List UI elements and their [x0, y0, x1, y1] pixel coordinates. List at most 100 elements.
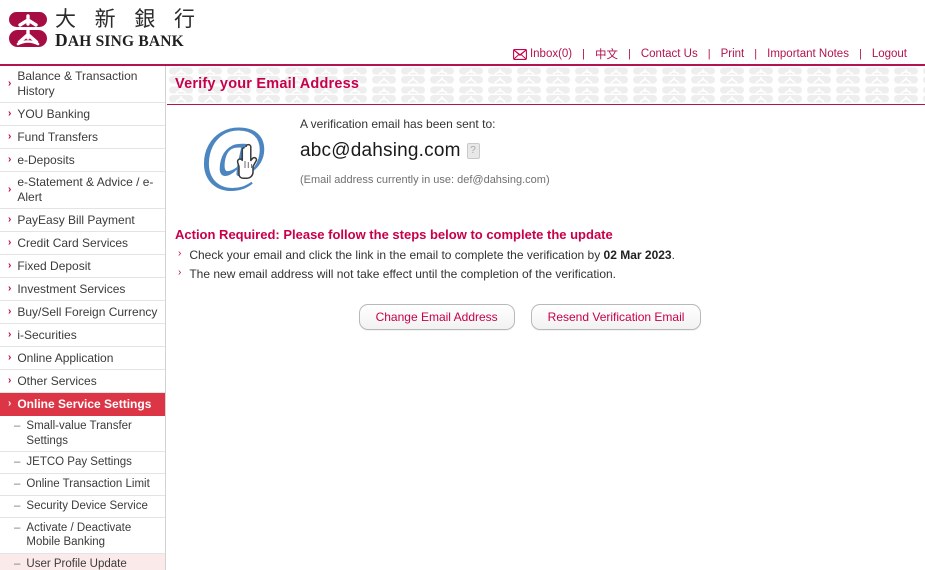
resend-verification-email-button[interactable]: Resend Verification Email [530, 304, 702, 331]
current-email-note: (Email address currently in use: def@dah… [300, 174, 550, 186]
chevron-right-icon: › [8, 282, 12, 294]
topnav-item-contact-us[interactable]: Contact Us [631, 48, 708, 60]
sidebar-subitem-label: Small-value Transfer Settings [26, 420, 132, 447]
sidebar-item-label: Buy/Sell Foreign Currency [17, 304, 158, 319]
chevron-right-icon: › [8, 305, 12, 317]
chevron-right-icon: › [8, 77, 12, 89]
sidebar-item-label: Investment Services [17, 281, 126, 296]
main-content: Verify your Email Address @ A verificati… [167, 66, 925, 570]
action-step: › Check your email and click the link in… [175, 247, 925, 263]
sidebar-item-buy-sell-foreign-currency[interactable]: › Buy/Sell Foreign Currency [0, 301, 165, 324]
chevron-right-icon: › [8, 397, 12, 409]
sidebar-item-label: Fund Transfers [17, 129, 99, 144]
deadline-date: 02 Mar 2023 [603, 248, 672, 262]
sidebar-subitem-label: User Profile Update [26, 558, 127, 570]
sidebar-subitem-activate-deactivate-mobile-banking[interactable]: – Activate / Deactivate Mobile Banking [0, 517, 165, 555]
bank-logo[interactable]: 大 新 銀 行 DAH SING BANK [8, 8, 201, 50]
dash-icon: – [14, 521, 21, 534]
sidebar-item-label: e-Statement & Advice / e-Alert [17, 175, 154, 204]
sidebar-item-payeasy-bill-payment[interactable]: › PayEasy Bill Payment [0, 209, 165, 232]
page-title-band: Verify your Email Address [167, 66, 925, 104]
sidebar-subitem-security-device-service[interactable]: – Security Device Service [0, 495, 165, 518]
sidebar-item-online-service-settings[interactable]: › Online Service Settings [0, 393, 165, 416]
sidebar-subitem-jetco-pay-settings[interactable]: – JETCO Pay Settings [0, 452, 165, 475]
sidebar-subitem-label: Online Transaction Limit [26, 478, 150, 491]
dash-icon: – [14, 420, 21, 432]
at-symbol-icon: @ [200, 112, 286, 195]
sidebar-item-online-application[interactable]: › Online Application [0, 347, 165, 370]
topnav-item-inbox[interactable]: Inbox(0) [503, 48, 582, 60]
chevron-right-icon: › [8, 153, 12, 165]
chevron-right-icon: › [178, 267, 182, 279]
chevron-right-icon: › [8, 236, 12, 248]
chevron-right-icon: › [8, 130, 12, 142]
action-button-row: Change Email Address Resend Verification… [175, 304, 925, 331]
envelope-icon [513, 48, 527, 60]
action-step-text: The new email address will not take effe… [189, 267, 617, 282]
topnav-item-chinese[interactable]: 中文 [585, 46, 628, 62]
chevron-right-icon: › [8, 351, 12, 363]
dah-sing-logo-mark-icon [8, 11, 48, 48]
svg-text:@: @ [200, 115, 268, 194]
logo-english-name: DAH SING BANK [55, 30, 184, 51]
chevron-right-icon: › [178, 248, 182, 259]
action-required-title: Action Required: Please follow the steps… [175, 227, 613, 242]
chevron-right-icon: › [8, 374, 12, 386]
logo-wordmark: 大 新 銀 行 DAH SING BANK [55, 8, 201, 50]
sidebar-item-you-banking[interactable]: › YOU Banking [0, 103, 165, 126]
sidebar-item-credit-card-services[interactable]: › Credit Card Services [0, 232, 165, 255]
sidebar-item-label: PayEasy Bill Payment [17, 212, 135, 227]
sidebar-item-label: Credit Card Services [17, 235, 129, 250]
sidebar-subitem-small-value-transfer-settings[interactable]: – Small-value Transfer Settings [0, 416, 165, 453]
action-required-block: Action Required: Please follow the steps… [167, 225, 925, 331]
topnav-label-inbox: Inbox(0) [529, 48, 573, 60]
sidebar-item-i-securities[interactable]: › i-Securities [0, 324, 165, 347]
sidebar-item-label: Online Service Settings [17, 396, 152, 411]
dash-icon: – [14, 558, 21, 570]
chevron-right-icon: › [8, 213, 12, 225]
page-header: 大 新 銀 行 DAH SING BANK Inbox(0) | 中文 | Co… [0, 0, 925, 66]
chevron-right-icon: › [8, 328, 12, 340]
action-step: › The new email address will not take ef… [175, 266, 925, 282]
chevron-right-icon: › [8, 259, 12, 271]
sidebar-subitem-label: JETCO Pay Settings [26, 456, 132, 469]
sidebar-subitem-online-transaction-limit[interactable]: – Online Transaction Limit [0, 474, 165, 496]
sidebar-item-label: Other Services [17, 373, 97, 388]
email-verification-block: @ A verification email has been sent to:… [167, 105, 925, 225]
email-text-group: A verification email has been sent to: a… [300, 117, 550, 186]
sidebar-item-label: i-Securities [17, 327, 77, 342]
dash-icon: – [14, 499, 21, 512]
sidebar-item-label: e-Deposits [17, 152, 75, 167]
sidebar-item-label: Balance & Transaction History [17, 69, 138, 98]
topnav-item-logout[interactable]: Logout [862, 48, 917, 60]
sidebar-subitem-user-profile-update[interactable]: – User Profile Update [0, 554, 165, 570]
sidebar-navigation: › Balance & Transaction History › YOU Banki… [0, 66, 166, 570]
change-email-address-button[interactable]: Change Email Address [358, 304, 515, 331]
sidebar-item-e-deposits[interactable]: › e-Deposits [0, 149, 165, 172]
topnav-item-print[interactable]: Print [711, 48, 755, 60]
top-navigation: Inbox(0) | 中文 | Contact Us | Print | Imp… [503, 46, 917, 62]
sidebar-item-balance-transaction-history[interactable]: › Balance & Transaction History [0, 66, 165, 103]
sidebar-item-label: Fixed Deposit [17, 258, 91, 273]
logo-chinese-name: 大 新 銀 行 [55, 7, 202, 31]
verification-sent-label: A verification email has been sent to: [300, 117, 496, 131]
sidebar-item-fixed-deposit[interactable]: › Fixed Deposit [0, 255, 165, 278]
broken-image-placeholder-icon: ? [466, 143, 480, 159]
sidebar-item-label: YOU Banking [17, 106, 91, 121]
sidebar-item-e-statement-advice-e-alert[interactable]: › e-Statement & Advice / e-Alert [0, 172, 165, 209]
email-address-value: abc@dahsing.com [300, 140, 461, 161]
chevron-right-icon: › [8, 183, 12, 195]
sidebar-subitem-label: Activate / Deactivate Mobile Banking [26, 521, 132, 549]
page-root: 大 新 銀 行 DAH SING BANK Inbox(0) | 中文 | Co… [0, 0, 925, 570]
sidebar-item-other-services[interactable]: › Other Services [0, 370, 165, 393]
sidebar-item-investment-services[interactable]: › Investment Services [0, 278, 165, 301]
action-step-text: Check your email and click the link in t… [189, 248, 675, 262]
page-title: Verify your Email Address [175, 76, 360, 92]
topnav-item-important-notes[interactable]: Important Notes [757, 48, 859, 60]
sidebar-item-label: Online Application [17, 350, 114, 365]
dash-icon: – [14, 456, 21, 469]
dash-icon: – [14, 478, 21, 491]
sidebar-subitem-label: Security Device Service [26, 499, 148, 512]
sidebar-item-fund-transfers[interactable]: › Fund Transfers [0, 126, 165, 149]
verified-email-address: abc@dahsing.com ? [300, 140, 550, 162]
